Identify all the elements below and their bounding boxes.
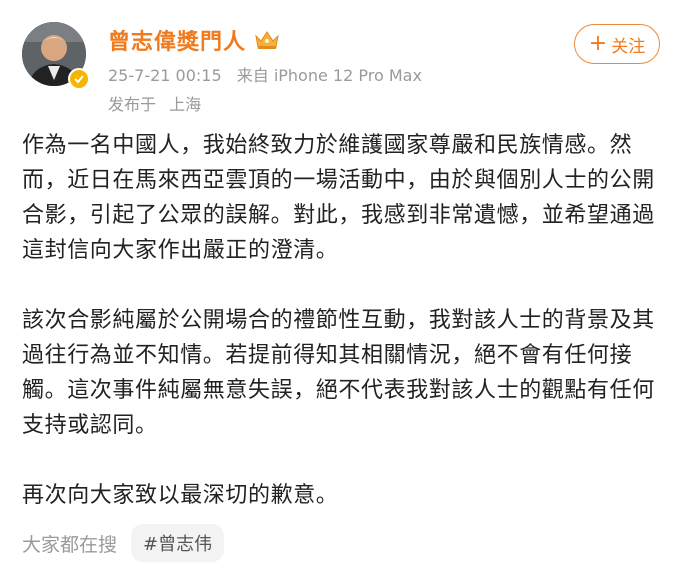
post-location: 发布于 上海 bbox=[108, 91, 201, 115]
post-timestamp: 25-7-21 00:15 bbox=[108, 66, 222, 85]
username[interactable]: 曾志偉獎門人 bbox=[108, 24, 246, 56]
crown-icon bbox=[254, 29, 280, 51]
post-header: 曾志偉獎門人 25-7-21 00:15 来自 iPhone 12 Pro Ma… bbox=[0, 0, 680, 118]
post-source: 来自 iPhone 12 Pro Max bbox=[236, 66, 422, 85]
location-prefix: 发布于 bbox=[108, 95, 157, 114]
post-meta: 25-7-21 00:15 来自 iPhone 12 Pro Max bbox=[108, 62, 422, 86]
post-paragraph: 再次向大家致以最深切的歉意。 bbox=[22, 483, 339, 508]
verified-badge-icon bbox=[68, 68, 90, 90]
avatar[interactable] bbox=[22, 22, 90, 90]
location-value: 上海 bbox=[169, 95, 202, 114]
trending-search-row: 大家都在搜 #曾志伟 bbox=[22, 524, 225, 562]
follow-button[interactable]: + 关注 bbox=[574, 24, 660, 64]
post-content: 作為一名中國人，我始終致力於維護國家尊嚴和民族情感。然而，近日在馬來西亞雲頂的一… bbox=[22, 128, 662, 548]
follow-label: 关注 bbox=[611, 36, 646, 57]
user-name-row: 曾志偉獎門人 bbox=[108, 24, 280, 56]
trending-search-label: 大家都在搜 bbox=[22, 533, 118, 556]
post-paragraph: 作為一名中國人，我始終致力於維護國家尊嚴和民族情感。然而，近日在馬來西亞雲頂的一… bbox=[22, 133, 655, 263]
post-paragraph: 該次合影純屬於公開場合的禮節性互動，我對該人士的背景及其過往行為並不知情。若提前… bbox=[22, 308, 655, 438]
plus-icon: + bbox=[588, 31, 608, 56]
hashtag-chip[interactable]: #曾志伟 bbox=[131, 524, 225, 562]
